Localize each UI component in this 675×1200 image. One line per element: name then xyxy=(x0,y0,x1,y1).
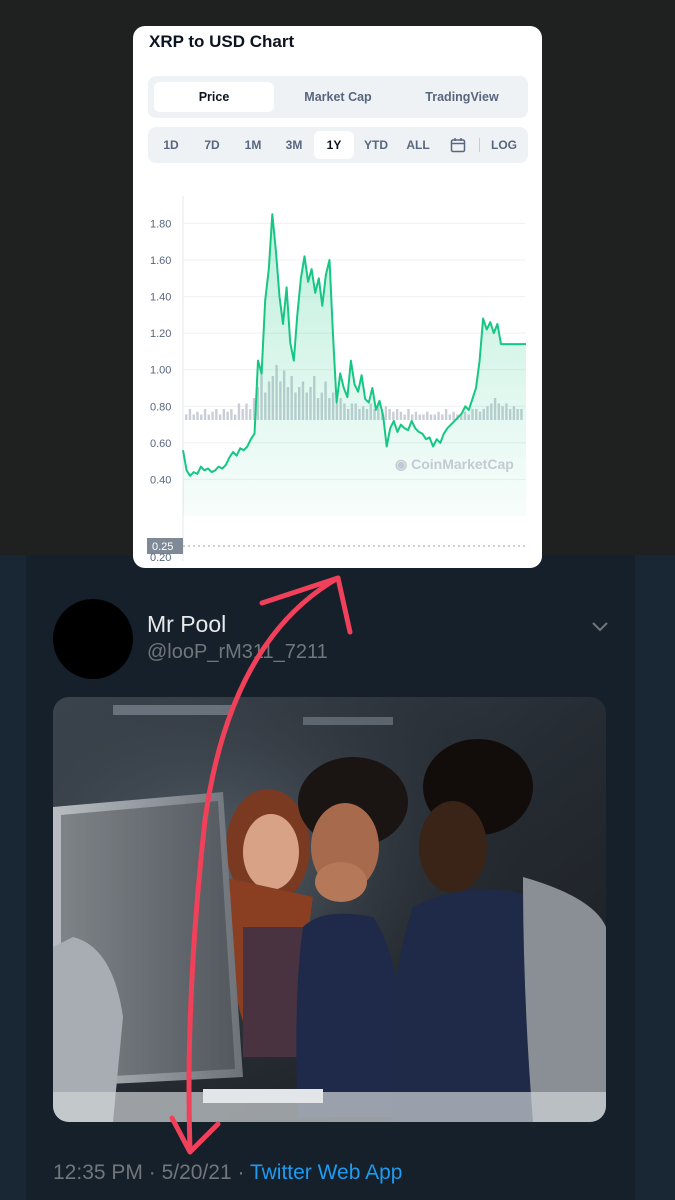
tweet-date[interactable]: 5/20/21 xyxy=(162,1161,232,1184)
user-handle[interactable]: @looP_rM311_7211 xyxy=(147,641,328,664)
volume-bar xyxy=(230,409,233,420)
chart-title: XRP to USD Chart xyxy=(149,32,295,51)
office-photo xyxy=(53,697,606,1122)
volume-bar xyxy=(422,414,425,420)
volume-bar xyxy=(418,414,421,420)
chart-card: XRP to USD Chart Price Market Cap Tradin… xyxy=(133,26,542,568)
volume-bar xyxy=(388,409,391,420)
tweet-time[interactable]: 12:35 PM xyxy=(53,1161,143,1184)
volume-bar xyxy=(403,414,406,420)
volume-bar xyxy=(441,414,444,420)
tab-price[interactable]: Price xyxy=(154,82,274,112)
range-1y[interactable]: 1Y xyxy=(314,131,354,159)
volume-bar xyxy=(237,403,241,420)
volume-bar xyxy=(411,414,414,420)
y-tick-label: 1.00 xyxy=(150,365,171,377)
range-1d[interactable]: 1D xyxy=(151,131,191,159)
tweet-source-app[interactable]: Twitter Web App xyxy=(250,1161,403,1184)
meta-separator-2: · xyxy=(231,1161,250,1184)
volume-bar xyxy=(218,414,222,420)
volume-bar xyxy=(249,409,252,420)
volume-bar xyxy=(384,406,388,420)
user-name[interactable]: Mr Pool xyxy=(147,611,226,638)
volume-bar xyxy=(200,414,203,420)
volume-bar xyxy=(437,411,440,420)
volume-bar xyxy=(433,414,436,420)
chevron-down-icon[interactable] xyxy=(588,614,612,638)
volume-bar xyxy=(185,414,188,420)
range-bar: 1D 7D 1M 3M 1Y YTD ALL LOG xyxy=(148,127,528,163)
volume-bar xyxy=(192,414,195,420)
volume-bar xyxy=(196,411,199,420)
volume-bar xyxy=(448,414,452,420)
range-1m[interactable]: 1M xyxy=(233,131,273,159)
chart-tab-bar: Price Market Cap TradingView xyxy=(148,76,528,118)
range-3m[interactable]: 3M xyxy=(274,131,314,159)
volume-bar xyxy=(429,414,433,420)
volume-bar xyxy=(241,409,244,420)
volume-bar xyxy=(426,411,429,420)
volume-bar xyxy=(407,409,410,420)
volume-bar xyxy=(395,409,399,420)
volume-bar xyxy=(233,414,237,420)
tweet-meta: 12:35 PM · 5/20/21 · Twitter Web App xyxy=(53,1161,402,1185)
volume-bar xyxy=(414,411,418,420)
y-tick-label: 1.20 xyxy=(150,328,171,340)
volume-bar xyxy=(188,409,192,420)
volume-bar xyxy=(392,411,395,420)
range-ytd[interactable]: YTD xyxy=(355,131,397,159)
y-tick-label: 0.60 xyxy=(150,438,171,450)
volume-bar xyxy=(211,411,214,420)
volume-bar xyxy=(215,409,218,420)
volume-bar xyxy=(444,409,448,420)
avatar[interactable] xyxy=(53,599,133,679)
tab-market-cap[interactable]: Market Cap xyxy=(278,82,398,112)
watermark-label: ◉ CoinMarketCap xyxy=(395,456,514,472)
volume-bar xyxy=(452,411,455,420)
volume-bar xyxy=(245,403,248,420)
y-tick-label: 1.60 xyxy=(150,255,171,267)
volume-bar xyxy=(222,409,226,420)
y-tick-label: 0.40 xyxy=(150,474,171,486)
volume-bar xyxy=(399,411,403,420)
volume-bar xyxy=(203,409,207,420)
y-tick-label: 1.80 xyxy=(150,218,171,230)
y-tick-label: 0.80 xyxy=(150,401,171,413)
range-all[interactable]: ALL xyxy=(398,131,438,159)
calendar-icon[interactable] xyxy=(442,131,474,159)
price-chart: 0.40 0.60 0.80 1.00 1.20 1.40 1.60 1.80 ◉ CoinMa… xyxy=(147,196,526,564)
tweet-photo[interactable] xyxy=(53,697,606,1122)
log-toggle[interactable]: LOG xyxy=(484,131,524,159)
tab-tradingview[interactable]: TradingView xyxy=(402,82,522,112)
meta-separator-1: · xyxy=(142,1161,162,1184)
volume-bar xyxy=(207,414,210,420)
volume-bar xyxy=(226,411,229,420)
y-tick-label: 1.40 xyxy=(150,292,171,304)
range-divider xyxy=(479,138,480,152)
range-7d[interactable]: 7D xyxy=(192,131,232,159)
bottom-tick-label: 0.20 xyxy=(150,552,171,564)
